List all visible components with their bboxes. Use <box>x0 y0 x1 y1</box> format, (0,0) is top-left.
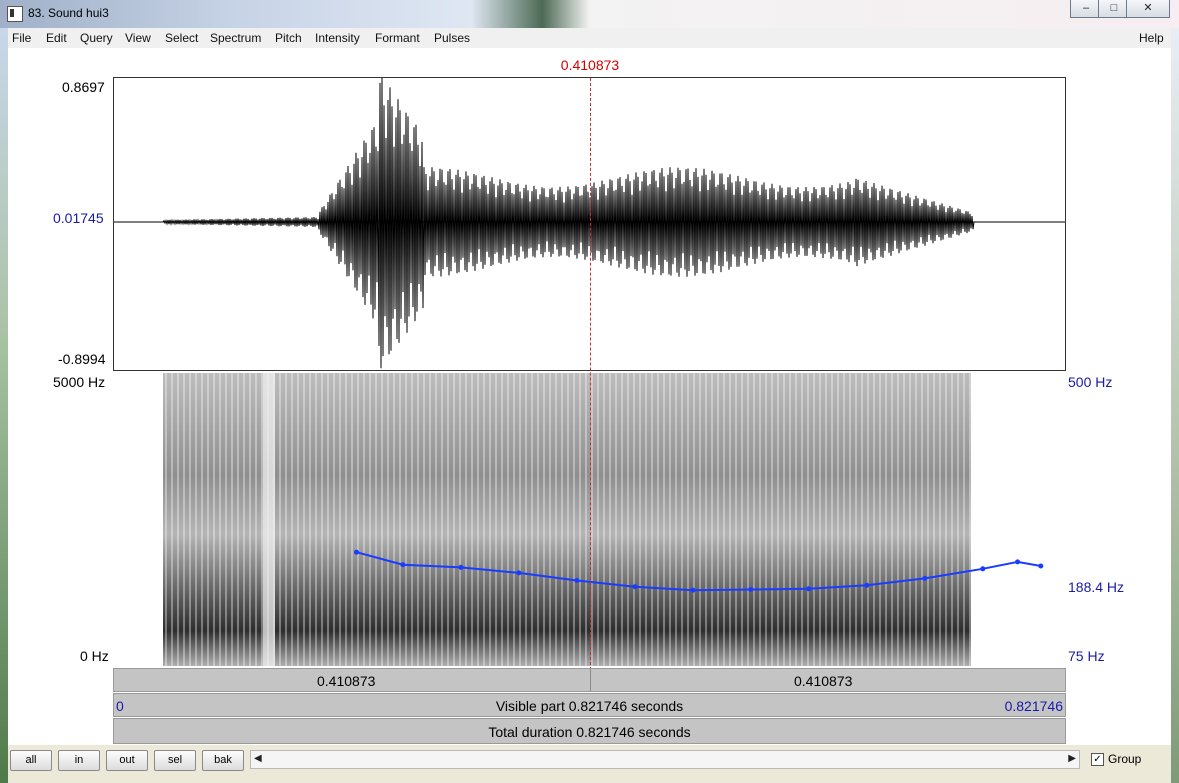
title-bar: 83. Sound hui3 – □ ✕ <box>0 0 1179 28</box>
menu-help[interactable]: Help <box>1139 31 1164 45</box>
pitch-value-label: 188.4 Hz <box>1068 579 1125 595</box>
window-title: 83. Sound hui3 <box>28 6 109 20</box>
menu-view[interactable]: View <box>125 31 151 45</box>
pitch-point <box>400 562 406 568</box>
pitch-point <box>980 566 986 572</box>
menu-intensity[interactable]: Intensity <box>315 31 360 45</box>
freq-top-label: 5000 Hz <box>53 374 106 390</box>
menu-pitch[interactable]: Pitch <box>275 31 302 45</box>
wave-ycursor-label: 0.01745 <box>53 210 104 226</box>
visible-end-label: 0.821746 <box>1004 698 1063 714</box>
visible-part-bar[interactable]: 0 Visible part 0.821746 seconds 0.821746 <box>113 693 1066 717</box>
app-icon <box>7 6 23 22</box>
in-button[interactable]: in <box>58 750 100 771</box>
pitch-point <box>690 587 696 593</box>
menu-edit[interactable]: Edit <box>46 31 67 45</box>
cursor-line <box>590 78 591 670</box>
menu-file[interactable]: File <box>12 31 31 45</box>
desktop-background-right <box>1171 28 1179 783</box>
pitch-point <box>458 564 464 570</box>
pitch-point <box>574 578 580 583</box>
scroll-right-icon[interactable]: ▶ <box>1068 753 1076 764</box>
menu-query[interactable]: Query <box>80 31 113 45</box>
menu-pulses[interactable]: Pulses <box>434 31 470 45</box>
time-bar[interactable]: 0.410873 0.410873 <box>113 668 1066 692</box>
pitch-top-label: 500 Hz <box>1068 374 1113 390</box>
pitch-point <box>516 570 522 576</box>
freq-bottom-label: 0 Hz <box>80 648 109 664</box>
pitch-point <box>864 582 870 588</box>
waveform-trace <box>114 78 1064 369</box>
pitch-point <box>748 587 754 592</box>
close-icon[interactable]: ✕ <box>1126 0 1170 18</box>
menu-select[interactable]: Select <box>165 31 198 45</box>
group-checkbox[interactable]: ✓ <box>1091 753 1104 766</box>
visible-part-label: Visible part 0.821746 seconds <box>495 698 684 714</box>
time-bar-right-segment[interactable]: 0.410873 <box>591 669 1065 691</box>
wave-ymin-label: -0.8994 <box>58 351 106 367</box>
time-bar-right-label: 0.410873 <box>794 673 853 689</box>
desktop-background-left <box>0 28 8 783</box>
pitch-point <box>1038 563 1044 569</box>
bak-button[interactable]: bak <box>202 750 244 771</box>
scroll-left-icon[interactable]: ◀ <box>254 753 262 764</box>
spectrogram-image <box>163 373 971 666</box>
pitch-point <box>354 549 359 555</box>
cursor-time-label: 0.410873 <box>560 57 620 73</box>
menu-spectrum[interactable]: Spectrum <box>210 31 261 45</box>
out-button[interactable]: out <box>106 750 148 771</box>
sel-button[interactable]: sel <box>154 750 196 771</box>
all-button[interactable]: all <box>10 750 52 771</box>
time-bar-left-label: 0.410873 <box>317 673 376 689</box>
pitch-point <box>922 575 928 581</box>
total-duration-label: Total duration 0.821746 seconds <box>488 724 691 740</box>
pitch-point <box>1015 559 1021 565</box>
group-label: Group <box>1108 752 1142 766</box>
pitch-bottom-label: 75 Hz <box>1068 648 1105 664</box>
menu-bar: File Edit Query View Select Spectrum Pit… <box>8 28 1171 49</box>
total-duration-bar[interactable]: Total duration 0.821746 seconds <box>113 718 1066 744</box>
pitch-point <box>632 584 638 590</box>
menu-formant[interactable]: Formant <box>375 31 420 45</box>
horizontal-scrollbar[interactable]: ◀ ▶ <box>250 750 1080 769</box>
wave-ymax-label: 0.8697 <box>62 79 105 95</box>
time-bar-left-segment[interactable]: 0.410873 <box>114 669 591 691</box>
pitch-point <box>806 586 812 592</box>
